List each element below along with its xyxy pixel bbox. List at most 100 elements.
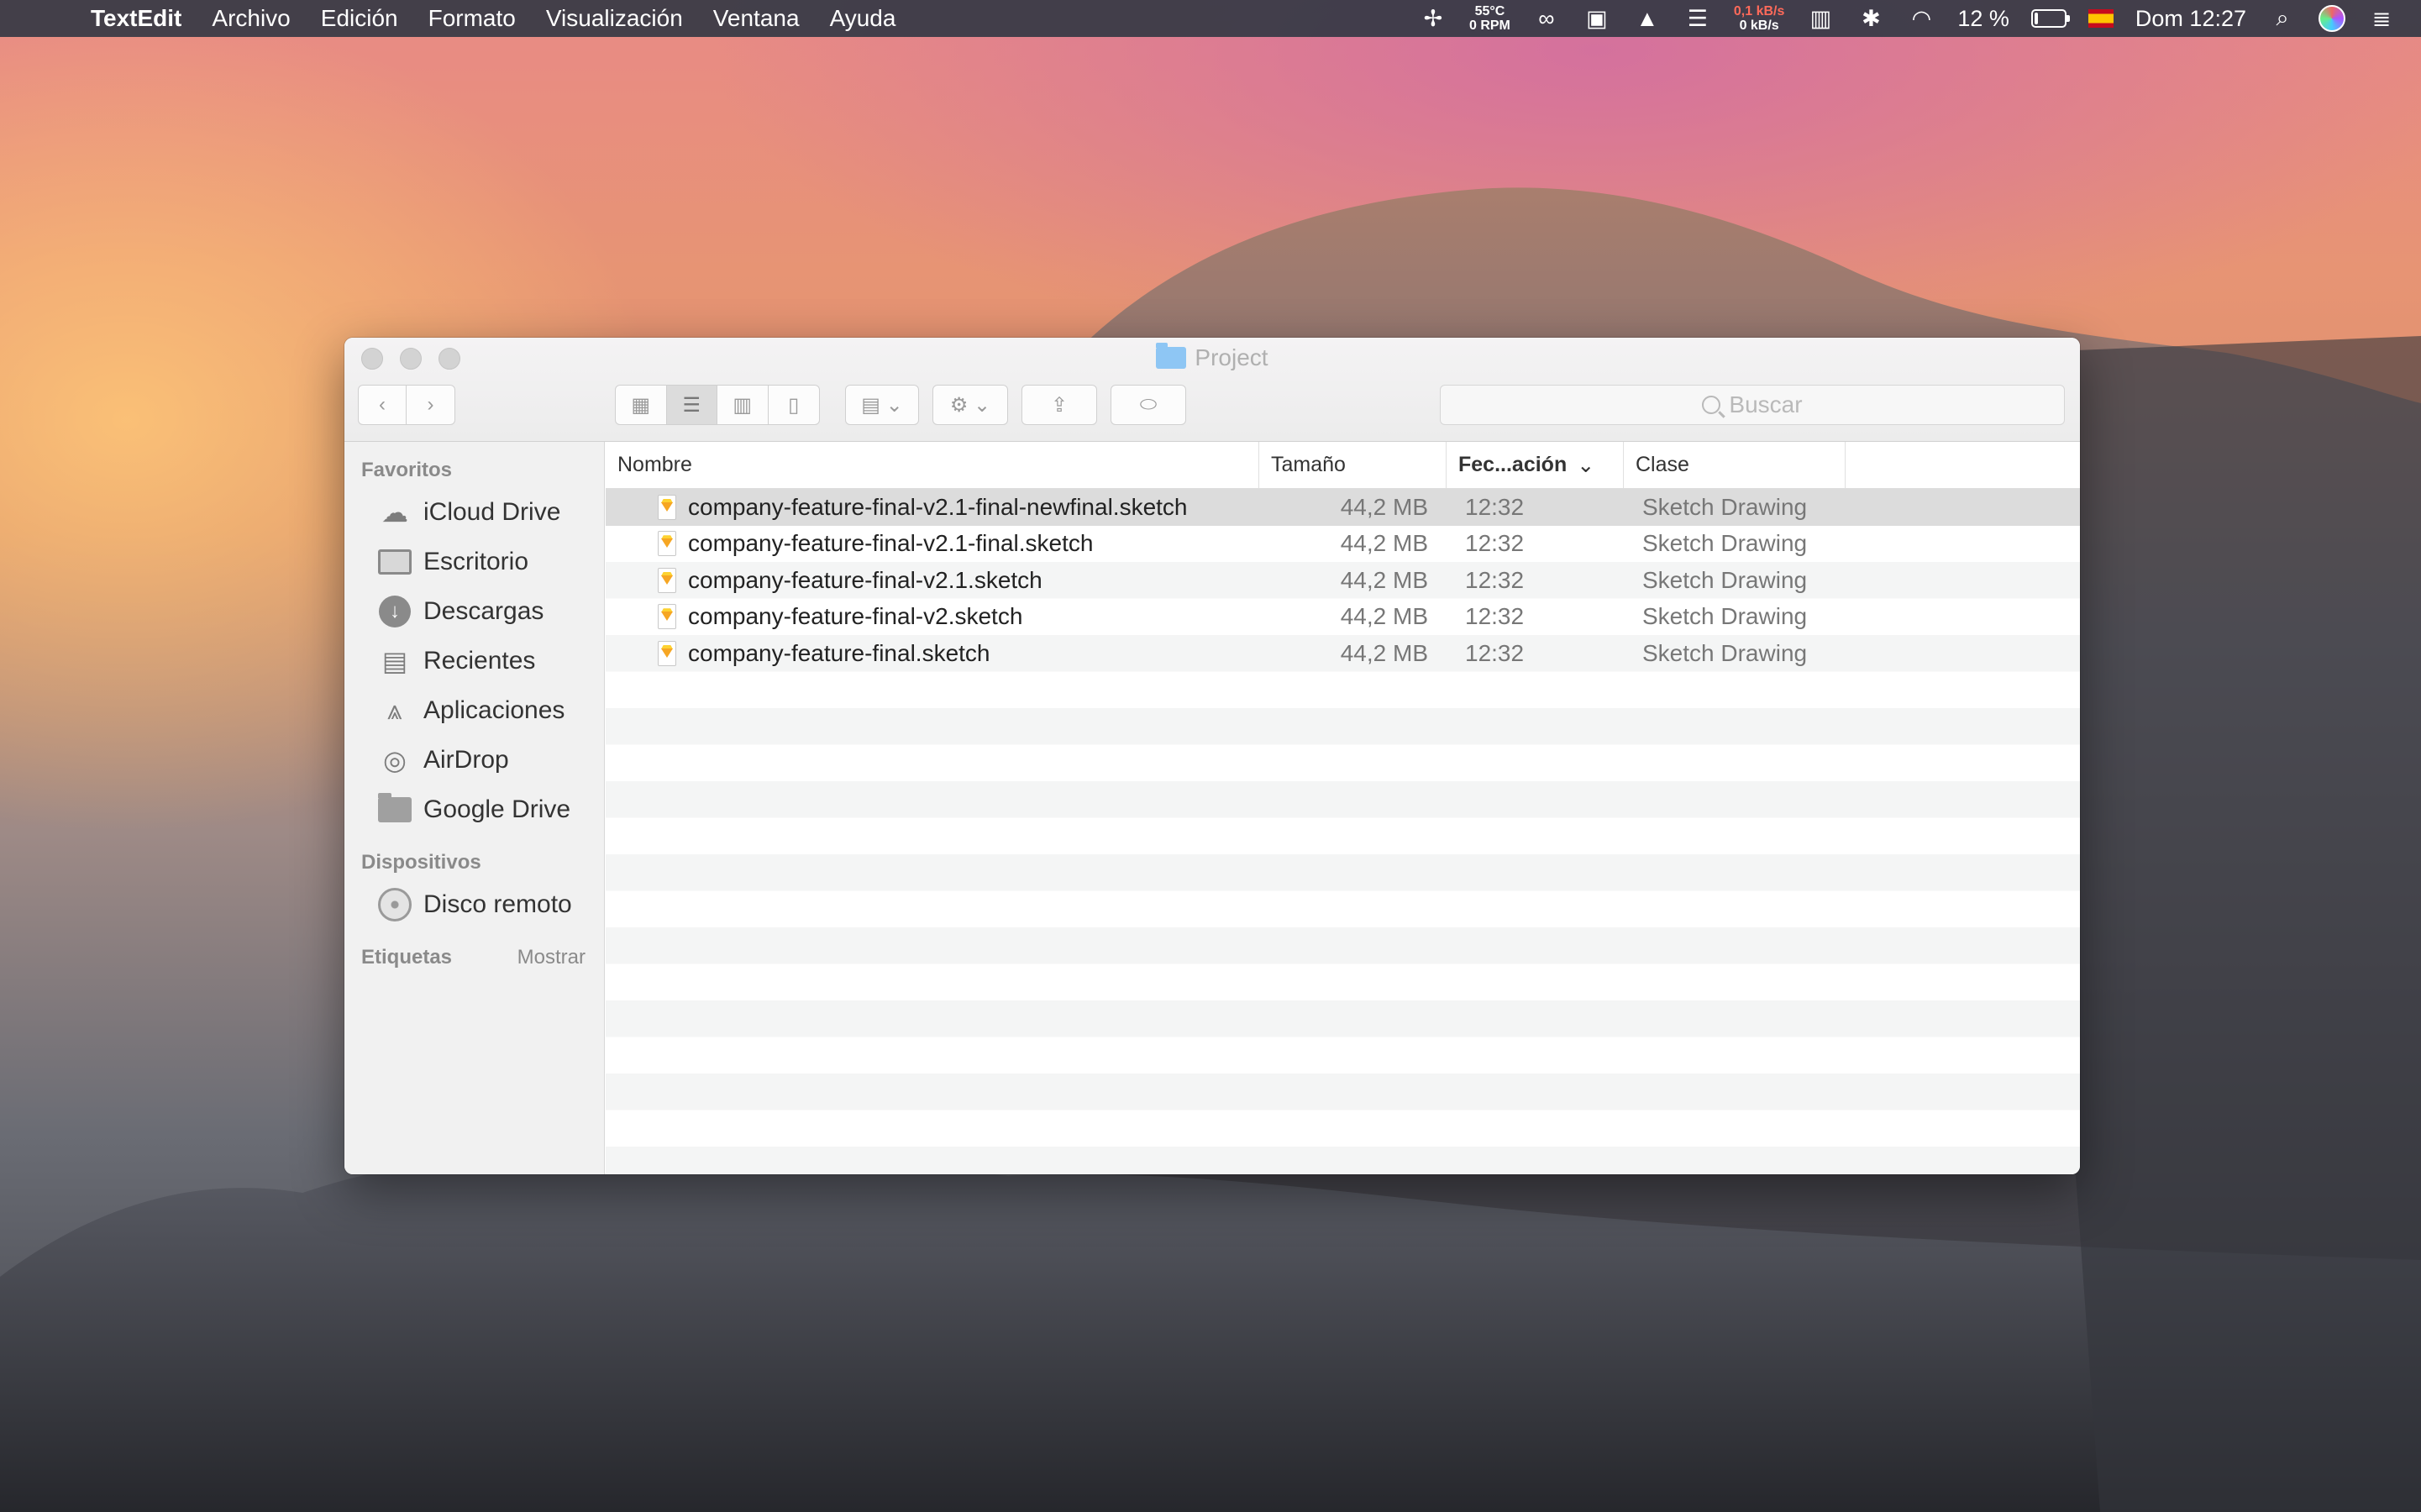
group-grid-icon: ▤ ⌄ (861, 393, 903, 417)
temp-readout[interactable]: 55°C 0 RPM (1469, 4, 1510, 33)
column-view-icon[interactable]: ▥ (717, 386, 769, 424)
table-row[interactable]: company-feature-final-v2.sketch 44,2 MB … (606, 599, 2080, 636)
sidebar-item-google-drive[interactable]: Google Drive (344, 785, 604, 834)
file-size: 44,2 MB (1340, 566, 1428, 593)
column-header-kind[interactable]: Clase (1624, 442, 1846, 488)
clock[interactable]: Dom 12:27 (2135, 6, 2246, 32)
file-size: 44,2 MB (1340, 530, 1428, 557)
temp-value: 55°C (1474, 4, 1505, 18)
forward-arrow-icon[interactable]: › (407, 386, 454, 424)
file-date: 12:32 (1465, 639, 1525, 666)
status-area: ✢ 55°C 0 RPM ∞ ▣ ▲ ☰ 0,1 kB/s 0 kB/s ▥ ✱ ◠… (1419, 0, 2396, 37)
menu-ayuda[interactable]: Ayuda (830, 5, 896, 32)
sort-chevron-icon: ⌄ (1577, 453, 1595, 477)
notification-center-icon[interactable]: ≣ (2367, 4, 2396, 33)
view-mode-switcher: ▦ ☰ ▥ ▯ (615, 385, 820, 425)
cpu-meter-icon[interactable]: ▥ (1806, 4, 1835, 33)
back-arrow-icon[interactable]: ‹ (359, 386, 407, 424)
table-row[interactable]: company-feature-final.sketch 44,2 MB 12:… (606, 635, 2080, 672)
bluetooth-icon[interactable]: ✱ (1856, 4, 1885, 33)
fan-icon[interactable]: ✢ (1419, 4, 1447, 33)
fan-value: 0 RPM (1468, 18, 1510, 33)
applications-icon: ⩓ (386, 694, 403, 725)
disc-icon (378, 887, 412, 921)
menu-bar: TextEdit Archivo Edición Formato Visuali… (0, 0, 2421, 37)
action-button[interactable]: ⚙ ⌄ (932, 385, 1008, 425)
network-readout[interactable]: 0,1 kB/s 0 kB/s (1734, 4, 1784, 33)
sidebar-item-label: Escritorio (423, 547, 529, 575)
file-name: company-feature-final-v2.sketch (688, 603, 1023, 630)
sidebar-item-label: iCloud Drive (423, 497, 561, 526)
file-kind: Sketch Drawing (1642, 493, 1808, 520)
input-source-flag-icon[interactable] (2088, 9, 2114, 28)
table-row[interactable]: company-feature-final-v2.1-final.sketch … (606, 526, 2080, 563)
battery-icon[interactable] (2030, 9, 2070, 28)
sidebar-item-disco-remoto[interactable]: Disco remoto (344, 879, 604, 929)
sidebar-item-airdrop[interactable]: ◎ AirDrop (344, 735, 604, 785)
menu-archivo[interactable]: Archivo (212, 5, 290, 32)
app-tray-icon[interactable]: ▣ (1583, 4, 1611, 33)
sidebar-item-label: Google Drive (423, 795, 571, 823)
spotlight-search-icon[interactable]: ⌕ (2268, 4, 2297, 33)
sidebar-item-escritorio[interactable]: Escritorio (344, 537, 604, 586)
search-placeholder: Buscar (1729, 391, 1803, 417)
group-by-button[interactable]: ▤ ⌄ (845, 385, 919, 425)
sketch-file-icon (658, 640, 676, 666)
share-button[interactable]: ⇪ (1021, 385, 1097, 425)
file-name: company-feature-final-v2.1-final-newfina… (688, 493, 1188, 520)
file-rows: company-feature-final-v2.1-final-newfina… (606, 489, 2080, 1174)
sidebar-item-label: AirDrop (423, 745, 509, 774)
search-field[interactable]: Buscar (1440, 385, 2065, 425)
sidebar-item-label: Disco remoto (423, 890, 572, 918)
sidebar-item-aplicaciones[interactable]: ⩓ Aplicaciones (344, 685, 604, 735)
finder-window: Project ‹ › ▦ ☰ ▥ ▯ ▤ ⌄ ⚙ ⌄ ⇪ ⬭ Buscar F… (344, 338, 2080, 1174)
battery-percent[interactable]: 12 % (1957, 6, 2009, 32)
file-kind: Sketch Drawing (1642, 639, 1808, 666)
toolbar: Project ‹ › ▦ ☰ ▥ ▯ ▤ ⌄ ⚙ ⌄ ⇪ ⬭ Buscar (344, 338, 2080, 442)
menu-ventana[interactable]: Ventana (713, 5, 800, 32)
sidebar-item-label: Recientes (423, 646, 536, 675)
file-list: Nombre Tamaño Fec...ación ⌄ Clase compan… (606, 442, 2080, 1174)
file-date: 12:32 (1465, 566, 1525, 593)
table-row[interactable]: company-feature-final-v2.1-final-newfina… (606, 489, 2080, 526)
menu-formato[interactable]: Formato (428, 5, 516, 32)
sidebar-item-label: Descargas (423, 596, 544, 625)
icon-view-icon[interactable]: ▦ (616, 386, 667, 424)
column-header-date-label: Fec...ación (1458, 453, 1568, 476)
tags-button[interactable]: ⬭ (1111, 385, 1186, 425)
cloud-icon: ☁ (381, 496, 408, 528)
cover-flow-icon[interactable]: ▯ (769, 386, 820, 424)
column-header-size[interactable]: Tamaño (1259, 442, 1447, 488)
sketch-file-icon (658, 604, 676, 630)
sidebar-item-icloud-drive[interactable]: ☁ iCloud Drive (344, 487, 604, 537)
google-drive-icon[interactable]: ▲ (1633, 4, 1662, 33)
share-icon: ⇪ (1050, 393, 1069, 417)
siri-icon[interactable] (2319, 5, 2345, 32)
table-row[interactable]: company-feature-final-v2.1.sketch 44,2 M… (606, 562, 2080, 599)
sidebar-item-label: Aplicaciones (423, 696, 565, 724)
menu-visualizacion[interactable]: Visualización (546, 5, 683, 32)
file-date: 12:32 (1465, 603, 1525, 630)
notes-icon[interactable]: ☰ (1683, 4, 1712, 33)
sidebar-item-descargas[interactable]: ↓ Descargas (344, 586, 604, 636)
downloads-icon: ↓ (378, 595, 412, 628)
list-header: Nombre Tamaño Fec...ación ⌄ Clase (606, 442, 2080, 489)
sidebar-item-recientes[interactable]: ▤ Recientes (344, 636, 604, 685)
menu-app-name[interactable]: TextEdit (91, 5, 181, 32)
list-view-icon[interactable]: ☰ (666, 386, 717, 424)
column-header-name[interactable]: Nombre (606, 442, 1259, 488)
creative-cloud-icon[interactable]: ∞ (1532, 4, 1561, 33)
net-up-value: 0,1 kB/s (1733, 4, 1785, 18)
menu-edicion[interactable]: Edición (321, 5, 398, 32)
sketch-file-icon (658, 494, 676, 520)
folder-icon (378, 792, 412, 827)
favorites-header: Favoritos (344, 454, 604, 487)
net-down-value: 0 kB/s (1739, 18, 1779, 33)
file-kind: Sketch Drawing (1642, 603, 1808, 630)
battery-level (2034, 13, 2038, 24)
favorites-header-label: Favoritos (361, 459, 453, 481)
show-tags-button[interactable]: Mostrar (517, 946, 586, 969)
wifi-icon[interactable]: ◠ (1907, 4, 1935, 33)
nav-buttons: ‹ › (358, 385, 455, 425)
column-header-date[interactable]: Fec...ación ⌄ (1447, 442, 1624, 488)
